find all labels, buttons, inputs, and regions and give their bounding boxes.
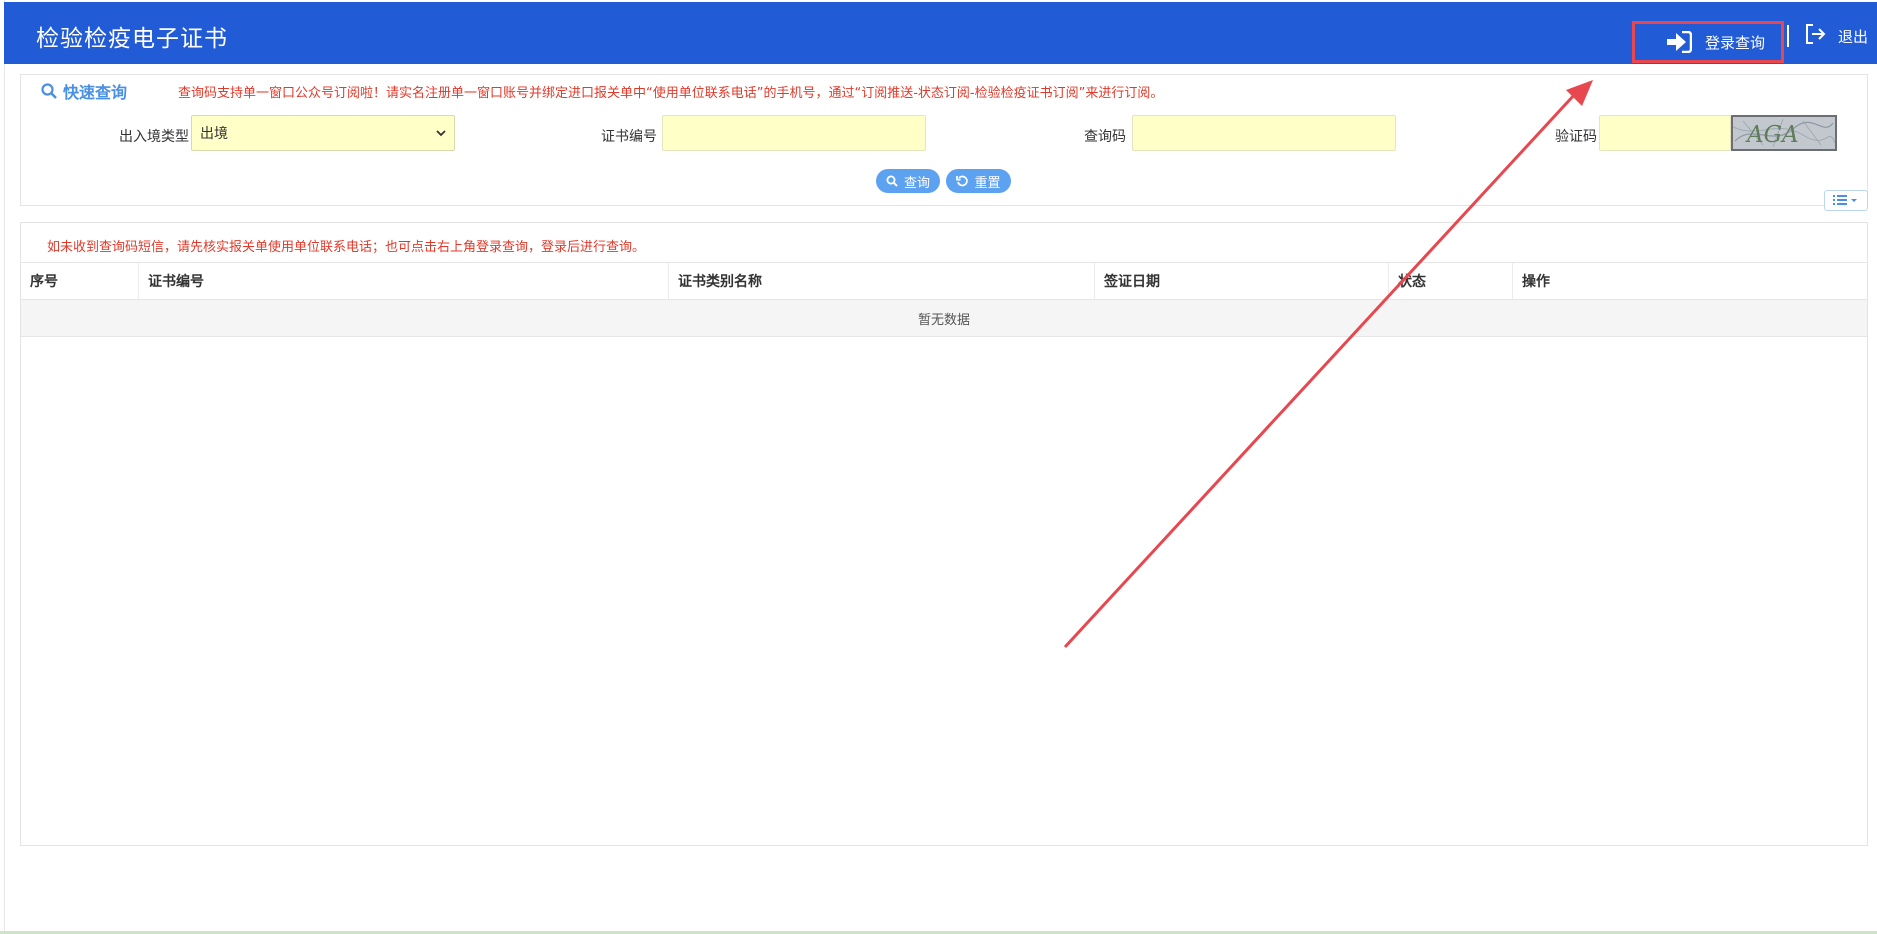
chevron-down-icon: [436, 125, 446, 141]
captcha-image[interactable]: AGA: [1731, 115, 1837, 151]
search-button-label: 查询: [903, 175, 930, 191]
empty-state-text: 暂无数据: [917, 312, 970, 328]
quick-query-panel: 快速查询 查询码支持单一窗口公众号订阅啦！请实名注册单一窗口账号并绑定进口报关单…: [20, 74, 1868, 206]
search-button[interactable]: 查询: [876, 169, 940, 193]
cert-no-input[interactable]: [662, 115, 926, 151]
entry-type-value: 出境: [200, 126, 228, 142]
entry-type-label: 出入境类型: [119, 129, 189, 145]
column-header-cert-no: 证书编号: [139, 263, 669, 299]
app-header: 检验检疫电子证书 登录查询 退出: [4, 2, 1877, 64]
captcha-label: 验证码: [1555, 129, 1597, 145]
column-header-actions: 操作: [1522, 274, 1550, 290]
query-code-input[interactable]: [1132, 115, 1396, 151]
results-panel: 如未收到查询码短信，请先核实报关单使用单位联系电话；也可点击右上角登录查询，登录…: [20, 222, 1868, 846]
reset-button[interactable]: 重置: [946, 169, 1011, 193]
query-code-label: 查询码: [1084, 129, 1126, 145]
column-header-status: 状态: [1389, 263, 1513, 299]
app-title: 检验检疫电子证书: [36, 26, 228, 52]
login-query-button[interactable]: 登录查询: [1632, 21, 1784, 63]
captcha-input[interactable]: [1599, 115, 1731, 151]
entry-type-select[interactable]: 出境: [191, 115, 455, 151]
column-header-sign-date: 签证日期: [1095, 263, 1389, 299]
logout-button[interactable]: 退出: [1804, 24, 1868, 48]
header-divider: [1787, 25, 1789, 47]
subscription-notice: 查询码支持单一窗口公众号订阅啦！请实名注册单一窗口账号并绑定进口报关单中“使用单…: [178, 86, 1164, 101]
sign-in-icon: [1665, 30, 1693, 54]
column-header-index: 序号: [21, 263, 139, 299]
column-list-toggle[interactable]: [1824, 190, 1868, 211]
sms-notice: 如未收到查询码短信，请先核实报关单使用单位联系电话；也可点击右上角登录查询，登录…: [47, 240, 646, 255]
quick-query-title-text: 快速查询: [63, 83, 128, 102]
quick-query-title: 快速查询: [41, 79, 127, 103]
cert-no-label: 证书编号: [601, 129, 657, 145]
reset-icon: [956, 175, 969, 188]
logout-label: 退出: [1838, 27, 1869, 46]
sign-out-icon: [1804, 23, 1826, 49]
reset-button-label: 重置: [974, 175, 1001, 191]
login-query-label: 登录查询: [1705, 33, 1766, 52]
column-header-cert-type: 证书类别名称: [669, 263, 1095, 299]
search-icon: [41, 82, 59, 100]
list-icon: [1833, 191, 1859, 210]
results-table-header: 序号 证书编号 证书类别名称 签证日期 状态 操作: [21, 262, 1867, 300]
empty-state-row: 暂无数据: [21, 300, 1867, 337]
captcha-text: AGA: [1745, 122, 1799, 148]
search-button-icon: [886, 175, 899, 188]
